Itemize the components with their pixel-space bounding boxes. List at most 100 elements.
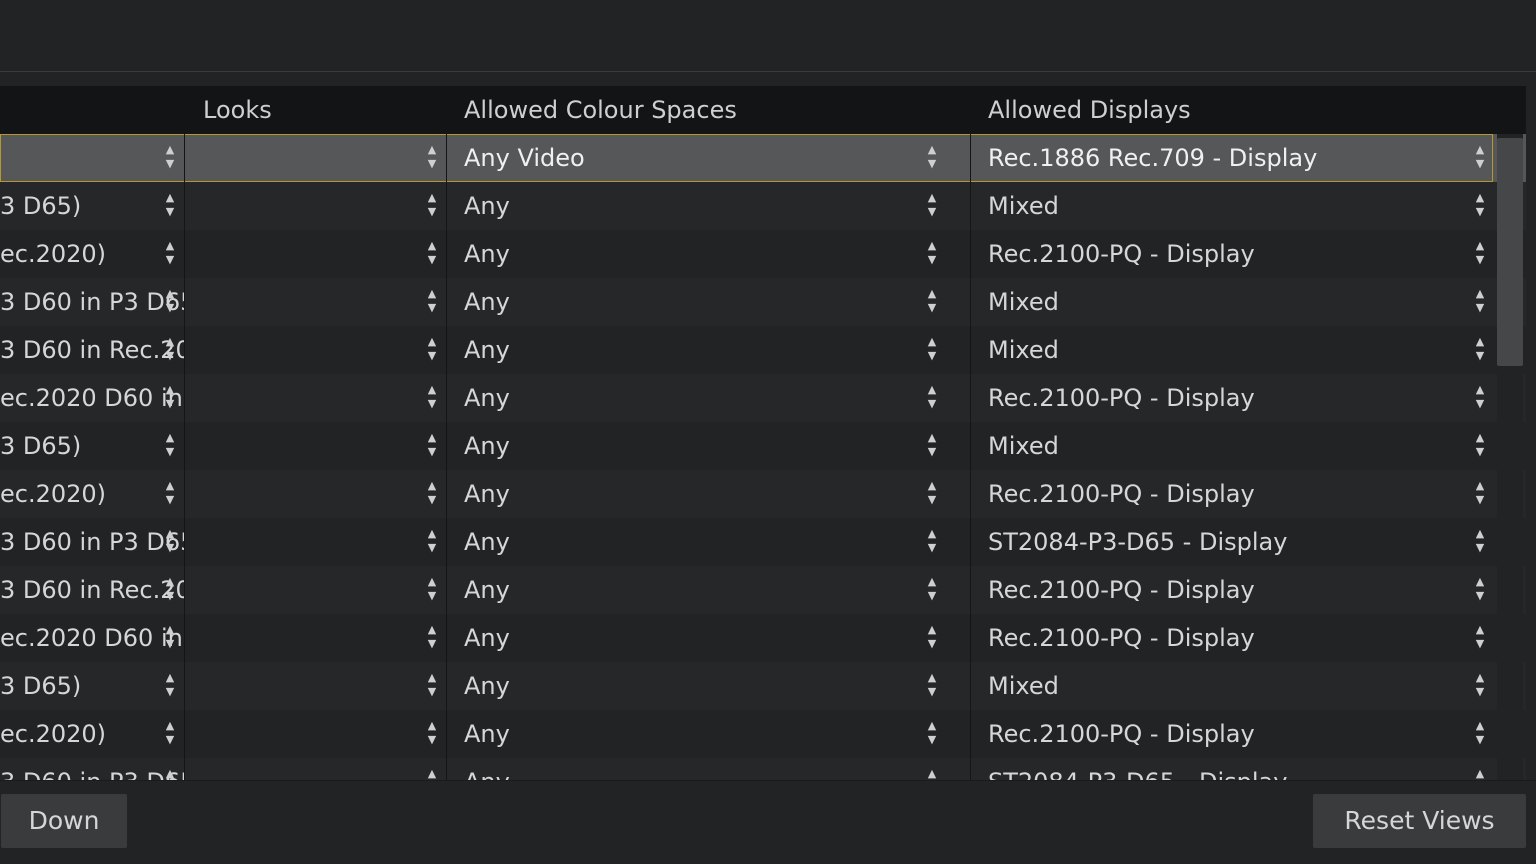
looks-dropdown[interactable]: ▲▼: [185, 182, 446, 230]
up-down-arrows-icon[interactable]: ▲▼: [163, 230, 177, 278]
looks-dropdown[interactable]: ▲▼: [185, 614, 446, 662]
view-name-dropdown[interactable]: 3 D65) ▲ ▼: [0, 662, 184, 710]
view-name-dropdown[interactable]: ec.2020) ▲ ▼: [0, 230, 184, 278]
table-row[interactable]: 3 D65) ▲ ▼ ▲ ▼ Any ▲ ▼ Mixed ▲ ▼: [0, 662, 1526, 710]
up-down-arrows-icon[interactable]: ▲▼: [163, 278, 177, 326]
up-down-arrows-icon[interactable]: ▲▼: [1473, 230, 1487, 278]
up-down-arrows-icon[interactable]: ▲▼: [925, 758, 939, 780]
allowed-colour-space-dropdown[interactable]: Any ▲▼: [447, 710, 970, 758]
view-name-dropdown[interactable]: 3 D60 in P3 D65▲▼: [0, 278, 184, 326]
table-row[interactable]: ec.2020 D60 in ▲ ▼ ▲ ▼ Any ▲ ▼ Rec.2100-PQ - Dis…: [0, 614, 1526, 662]
up-down-arrows-icon[interactable]: ▲▼: [425, 614, 439, 662]
table-row[interactable]: 3 D60 in Rec.20 ▲ ▼ ▲ ▼ Any ▲ ▼ Rec.2100-PQ - Di…: [0, 566, 1526, 614]
up-down-arrows-icon[interactable]: ▲▼: [163, 374, 177, 422]
table-row[interactable]: 3 D65) ▲ ▼ ▲ ▼ Any ▲ ▼ Mixed ▲ ▼: [0, 182, 1526, 230]
up-down-arrows-icon[interactable]: ▲▼: [925, 662, 939, 710]
table-row[interactable]: 3 D60 in P3 D65▲▼▲▼Any▲▼ST2084-P3-D65 - …: [0, 758, 1526, 780]
table-row[interactable]: ec.2020) ▲ ▼ ▲ ▼ Any ▲ ▼ Rec.2100-PQ - Display ▲ ▼: [0, 710, 1526, 758]
view-name-dropdown[interactable]: 3 D60 in P3 D65▲▼: [0, 518, 184, 566]
up-down-arrows-icon[interactable]: ▲▼: [925, 566, 939, 614]
allowed-colour-space-dropdown[interactable]: Any ▲▼: [447, 614, 970, 662]
looks-dropdown[interactable]: ▲▼: [185, 374, 446, 422]
allowed-colour-space-dropdown[interactable]: Any ▲▼: [447, 374, 970, 422]
up-down-arrows-icon[interactable]: ▲▼: [1473, 134, 1487, 182]
up-down-arrows-icon[interactable]: ▲▼: [1473, 278, 1487, 326]
looks-dropdown[interactable]: ▲▼: [185, 662, 446, 710]
up-down-arrows-icon[interactable]: ▲▼: [925, 134, 939, 182]
up-down-arrows-icon[interactable]: ▲▼: [925, 614, 939, 662]
view-name-dropdown[interactable]: 3 D60 in Rec.20 ▲ ▼: [0, 566, 184, 614]
allowed-colour-space-dropdown[interactable]: Any ▲▼: [447, 758, 970, 781]
up-down-arrows-icon[interactable]: ▲▼: [163, 422, 177, 470]
up-down-arrows-icon[interactable]: ▲▼: [1473, 710, 1487, 758]
up-down-arrows-icon[interactable]: ▲▼: [925, 326, 939, 374]
up-down-arrows-icon[interactable]: ▲▼: [163, 182, 177, 230]
allowed-display-dropdown[interactable]: Mixed ▲ ▼: [971, 662, 1492, 710]
allowed-colour-space-dropdown[interactable]: Any ▲▼: [447, 470, 970, 518]
up-down-arrows-icon[interactable]: ▲▼: [425, 710, 439, 758]
view-name-dropdown[interactable]: 3 D60 in Rec.20 ▲ ▼: [0, 326, 184, 374]
table-row[interactable]: ec.2020) ▲ ▼ ▲ ▼ Any ▲ ▼ Rec.2100-PQ - Display ▲ ▼: [0, 470, 1526, 518]
table-row[interactable]: 3 D60 in P3 D65▲▼▲▼Any▲▼ST2084-P3-D65 - …: [0, 518, 1526, 566]
view-name-dropdown[interactable]: ec.2020) ▲ ▼: [0, 710, 184, 758]
up-down-arrows-icon[interactable]: ▲▼: [1473, 614, 1487, 662]
up-down-arrows-icon[interactable]: ▲▼: [1473, 470, 1487, 518]
up-down-arrows-icon[interactable]: ▲▼: [425, 470, 439, 518]
allowed-colour-space-dropdown[interactable]: Any ▲▼: [447, 326, 970, 374]
up-down-arrows-icon[interactable]: ▲▼: [425, 134, 439, 182]
allowed-display-dropdown[interactable]: Mixed ▲ ▼: [971, 182, 1492, 230]
up-down-arrows-icon[interactable]: ▲▼: [925, 374, 939, 422]
up-down-arrows-icon[interactable]: ▲▼: [425, 326, 439, 374]
view-name-dropdown[interactable]: 3 D65) ▲ ▼: [0, 182, 184, 230]
up-down-arrows-icon[interactable]: ▲▼: [925, 422, 939, 470]
looks-dropdown[interactable]: ▲▼: [185, 758, 446, 780]
up-down-arrows-icon[interactable]: ▲▼: [925, 182, 939, 230]
up-down-arrows-icon[interactable]: ▲▼: [425, 182, 439, 230]
allowed-colour-space-dropdown[interactable]: Any ▲▼: [447, 230, 970, 278]
allowed-display-dropdown[interactable]: Rec.2100-PQ - Display ▲ ▼: [971, 230, 1492, 278]
up-down-arrows-icon[interactable]: ▲▼: [425, 518, 439, 566]
allowed-display-dropdown[interactable]: Rec.1886 Rec.709 - Display ▲ ▼: [971, 134, 1492, 182]
looks-dropdown[interactable]: ▲▼: [185, 230, 446, 278]
view-name-dropdown[interactable]: 3 D60 in P3 D65▲▼: [0, 758, 184, 781]
looks-dropdown[interactable]: ▲▼: [185, 470, 446, 518]
allowed-display-dropdown[interactable]: Mixed ▲ ▼: [971, 326, 1492, 374]
up-down-arrows-icon[interactable]: ▲▼: [163, 470, 177, 518]
up-down-arrows-icon[interactable]: ▲▼: [163, 758, 177, 780]
allowed-colour-space-dropdown[interactable]: Any Video ▲ ▼: [447, 134, 970, 182]
allowed-display-dropdown[interactable]: Rec.2100-PQ - Display ▲ ▼: [971, 566, 1492, 614]
looks-dropdown[interactable]: ▲▼: [185, 326, 446, 374]
table-row[interactable]: ec.2020) ▲ ▼ ▲ ▼ Any ▲ ▼ Rec.2100-PQ - Display ▲ ▼: [0, 230, 1526, 278]
up-down-arrows-icon[interactable]: ▲▼: [1473, 662, 1487, 710]
vertical-scrollbar-thumb[interactable]: [1497, 138, 1523, 366]
looks-dropdown[interactable]: ▲▼: [185, 134, 446, 182]
looks-dropdown[interactable]: ▲▼: [185, 710, 446, 758]
view-name-dropdown[interactable]: ec.2020 D60 in ▲ ▼: [0, 614, 184, 662]
up-down-arrows-icon[interactable]: ▲▼: [425, 758, 439, 780]
up-down-arrows-icon[interactable]: ▲▼: [425, 374, 439, 422]
up-down-arrows-icon[interactable]: ▲▼: [925, 278, 939, 326]
up-down-arrows-icon[interactable]: ▲▼: [1473, 182, 1487, 230]
up-down-arrows-icon[interactable]: ▲▼: [925, 230, 939, 278]
up-down-arrows-icon[interactable]: ▲▼: [163, 566, 177, 614]
up-down-arrows-icon[interactable]: ▲▼: [425, 230, 439, 278]
up-down-arrows-icon[interactable]: ▲▼: [1473, 422, 1487, 470]
allowed-display-dropdown[interactable]: Mixed ▲ ▼: [971, 422, 1492, 470]
header-allowed-displays[interactable]: Allowed Displays: [988, 86, 1191, 134]
up-down-arrows-icon[interactable]: ▲▼: [163, 710, 177, 758]
up-down-arrows-icon[interactable]: ▲▼: [163, 134, 177, 182]
up-down-arrows-icon[interactable]: ▲▼: [1473, 518, 1487, 566]
up-down-arrows-icon[interactable]: ▲▼: [925, 470, 939, 518]
up-down-arrows-icon[interactable]: ▲▼: [1473, 566, 1487, 614]
table-row[interactable]: 3 D60 in Rec.20 ▲ ▼ ▲ ▼ Any ▲ ▼ Mixed ▲ ▼: [0, 326, 1526, 374]
up-down-arrows-icon[interactable]: ▲▼: [425, 422, 439, 470]
allowed-colour-space-dropdown[interactable]: Any ▲▼: [447, 662, 970, 710]
view-name-dropdown[interactable]: ▲ ▼: [0, 134, 184, 182]
up-down-arrows-icon[interactable]: ▲▼: [163, 662, 177, 710]
up-down-arrows-icon[interactable]: ▲▼: [1473, 758, 1487, 780]
view-name-dropdown[interactable]: 3 D65) ▲ ▼: [0, 422, 184, 470]
reset-views-button[interactable]: Reset Views: [1313, 794, 1526, 848]
view-name-dropdown[interactable]: ec.2020) ▲ ▼: [0, 470, 184, 518]
up-down-arrows-icon[interactable]: ▲▼: [1473, 326, 1487, 374]
looks-dropdown[interactable]: ▲▼: [185, 518, 446, 566]
